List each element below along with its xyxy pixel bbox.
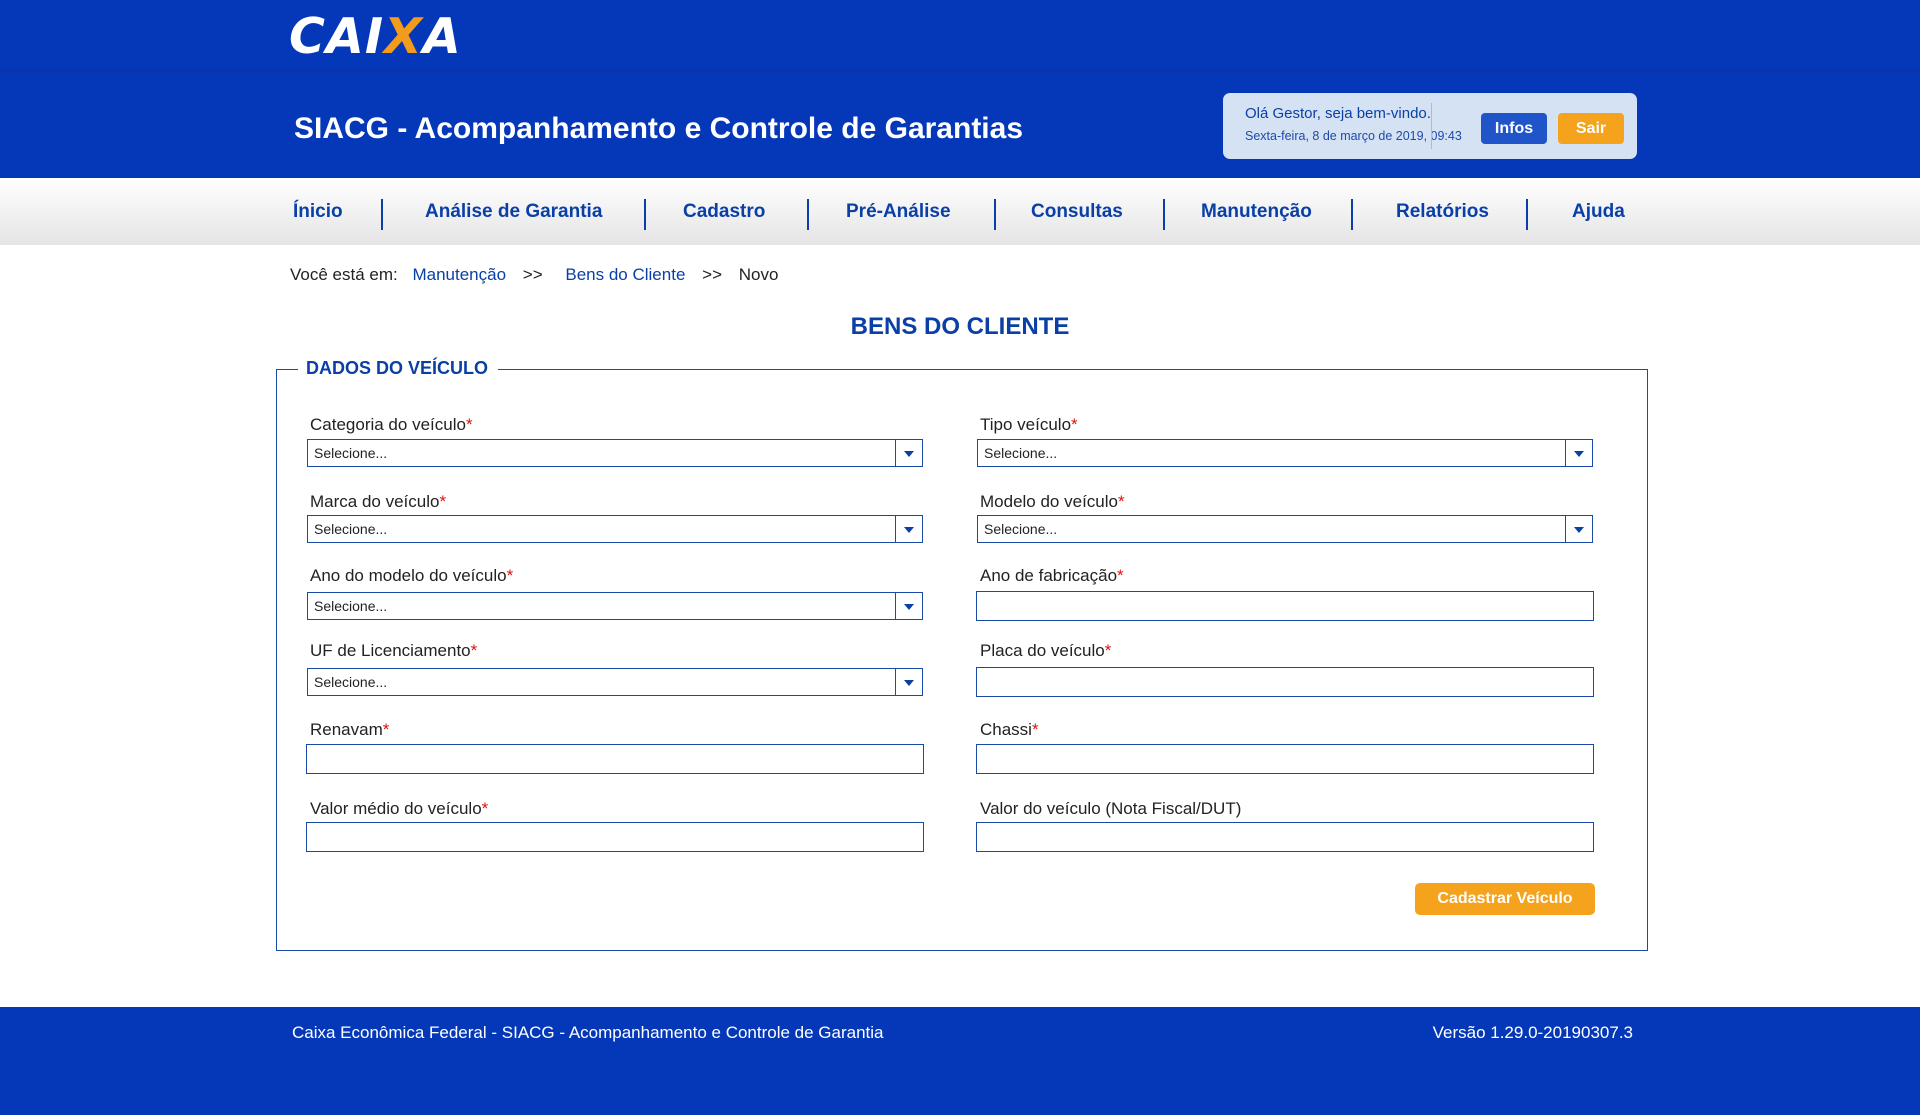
nav-separator (994, 199, 996, 230)
uf-select[interactable]: Selecione... (307, 668, 923, 696)
select-value: Selecione... (314, 598, 388, 614)
required-mark: * (481, 799, 489, 818)
field-label-tipo: Tipo veículo* (980, 415, 1078, 434)
nav-separator (807, 199, 809, 230)
nav-item-analise-garantia[interactable]: Análise de Garantia (425, 179, 602, 245)
select-value: Selecione... (314, 521, 388, 537)
caixa-logo[interactable]: CAIXA (289, 12, 462, 62)
required-mark: * (1117, 492, 1125, 511)
select-value: Selecione... (984, 445, 1058, 461)
nav-item-manutencao[interactable]: Manutenção (1201, 179, 1312, 245)
field-label-ano-fabricacao: Ano de fabricação* (980, 566, 1124, 585)
field-label-ano-modelo: Ano do modelo do veículo* (310, 566, 514, 585)
required-mark: * (506, 566, 514, 585)
divider (1431, 103, 1432, 149)
chevron-down-icon[interactable] (895, 669, 922, 695)
breadcrumb-link-bens-cliente[interactable]: Bens do Cliente (565, 265, 685, 285)
field-label-chassi: Chassi* (980, 720, 1039, 739)
nav-separator (1163, 199, 1165, 230)
field-label-uf: UF de Licenciamento* (310, 641, 478, 660)
datetime-text: Sexta-feira, 8 de março de 2019, 09:43 (1245, 129, 1462, 143)
chevron-down-icon[interactable] (895, 593, 922, 619)
nav-item-consultas[interactable]: Consultas (1031, 179, 1123, 245)
chevron-down-icon[interactable] (895, 516, 922, 542)
nav-item-cadastro[interactable]: Cadastro (683, 179, 765, 245)
breadcrumb-separator: >> (702, 265, 722, 284)
breadcrumb: Você está em: Manutenção >> Bens do Clie… (290, 265, 778, 285)
select-value: Selecione... (984, 521, 1058, 537)
breadcrumb-prefix: Você está em: (290, 265, 398, 284)
select-value: Selecione... (314, 445, 388, 461)
field-label-valor-nf: Valor do veículo (Nota Fiscal/DUT) (980, 799, 1242, 818)
valor-nf-input[interactable] (976, 822, 1594, 852)
field-label-placa: Placa do veículo* (980, 641, 1112, 660)
ano-fabricacao-input[interactable] (976, 591, 1594, 621)
nav-separator (1351, 199, 1353, 230)
nav-separator (381, 199, 383, 230)
chevron-down-icon[interactable] (895, 440, 922, 466)
field-label-categoria: Categoria do veículo* (310, 415, 473, 434)
nav-separator (1526, 199, 1528, 230)
chassi-input[interactable] (976, 744, 1594, 774)
top-band: CAIXA (0, 0, 1920, 71)
required-mark: * (382, 720, 390, 739)
field-label-valor-medio: Valor médio do veículo* (310, 799, 489, 818)
footer: Caixa Econômica Federal - SIACG - Acompa… (0, 1007, 1920, 1115)
select-value: Selecione... (314, 674, 388, 690)
user-box: Olá Gestor, seja bem-vindo. Sexta-feira,… (1223, 93, 1637, 159)
logout-button[interactable]: Sair (1558, 113, 1624, 144)
breadcrumb-separator: >> (522, 265, 543, 284)
required-mark: * (439, 492, 447, 511)
categoria-select[interactable]: Selecione... (307, 439, 923, 467)
infos-button[interactable]: Infos (1481, 113, 1547, 144)
breadcrumb-current: Novo (738, 265, 779, 284)
cadastrar-veiculo-button[interactable]: Cadastrar Veículo (1415, 883, 1595, 915)
nav-item-inicio[interactable]: Ínicio (293, 179, 343, 245)
breadcrumb-link-manutencao[interactable]: Manutenção (412, 265, 506, 285)
app-title: SIACG - Acompanhamento e Controle de Gar… (294, 112, 1024, 145)
footer-text: Caixa Econômica Federal - SIACG - Acompa… (292, 1023, 884, 1042)
required-mark: * (1071, 415, 1078, 434)
page-title: BENS DO CLIENTE (850, 313, 1070, 340)
modelo-select[interactable]: Selecione... (977, 515, 1593, 543)
marca-select[interactable]: Selecione... (307, 515, 923, 543)
required-mark: * (465, 415, 473, 434)
section-title: DADOS DO VEÍCULO (298, 356, 499, 380)
renavam-input[interactable] (306, 744, 924, 774)
nav-item-relatorios[interactable]: Relatórios (1396, 179, 1489, 245)
main-nav: Ínicio Análise de Garantia Cadastro Pré-… (0, 179, 1920, 245)
required-mark: * (1117, 566, 1124, 585)
greeting-text: Olá Gestor, seja bem-vindo. (1245, 105, 1431, 122)
nav-separator (644, 199, 646, 230)
required-mark: * (470, 641, 478, 660)
required-mark: * (1104, 641, 1112, 660)
chevron-down-icon[interactable] (1565, 440, 1592, 466)
required-mark: * (1031, 720, 1039, 739)
field-label-renavam: Renavam* (310, 720, 390, 739)
tipo-select[interactable]: Selecione... (977, 439, 1593, 467)
field-label-modelo: Modelo do veículo* (980, 492, 1125, 511)
ano-modelo-select[interactable]: Selecione... (307, 592, 923, 620)
header: SIACG - Acompanhamento e Controle de Gar… (0, 71, 1920, 178)
valor-medio-input[interactable] (306, 822, 924, 852)
chevron-down-icon[interactable] (1565, 516, 1592, 542)
placa-input[interactable] (976, 667, 1594, 697)
version-text: Versão 1.29.0-20190307.3 (1432, 1023, 1633, 1042)
nav-item-ajuda[interactable]: Ajuda (1572, 179, 1625, 245)
nav-item-pre-analise[interactable]: Pré-Análise (846, 179, 951, 245)
field-label-marca: Marca do veículo* (310, 492, 447, 511)
